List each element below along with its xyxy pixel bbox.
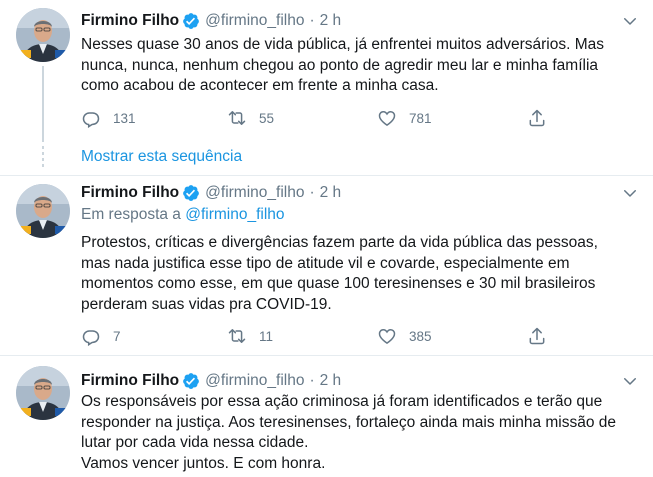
like-button[interactable]: 385 bbox=[377, 326, 432, 346]
thread-connector bbox=[42, 66, 44, 142]
reply-button[interactable]: 131 bbox=[81, 108, 136, 128]
profile-photo bbox=[16, 8, 70, 62]
avatar[interactable] bbox=[16, 8, 70, 62]
timestamp[interactable]: 2 h bbox=[320, 12, 342, 30]
separator-dot: · bbox=[309, 12, 315, 29]
tweet-header: Firmino Filho @firmino_filho · 2 h bbox=[81, 10, 341, 32]
separator-dot: · bbox=[309, 184, 315, 201]
reply-icon bbox=[81, 108, 101, 128]
author-name[interactable]: Firmino Filho bbox=[81, 372, 179, 390]
divider bbox=[0, 355, 653, 356]
profile-photo bbox=[16, 184, 70, 238]
chevron-down-icon[interactable] bbox=[621, 372, 639, 390]
separator-dot: · bbox=[309, 372, 315, 389]
author-handle[interactable]: @firmino_filho bbox=[205, 372, 304, 390]
tweet-text-line: lutar por cada vida nessa cidade. bbox=[81, 434, 309, 451]
author-name[interactable]: Firmino Filho bbox=[81, 12, 179, 30]
reply-count: 131 bbox=[113, 110, 136, 126]
author-handle[interactable]: @firmino_filho bbox=[205, 12, 304, 30]
tweet-text-line: Protestos, críticas e divergências fazem… bbox=[81, 234, 598, 251]
share-icon bbox=[527, 326, 547, 346]
heart-icon bbox=[377, 108, 397, 128]
tweet-header: Firmino Filho @firmino_filho · 2 h bbox=[81, 182, 341, 204]
author-name[interactable]: Firmino Filho bbox=[81, 184, 179, 202]
retweet-icon bbox=[227, 326, 247, 346]
tweet-text: Nesses quase 30 anos de vida pública, já… bbox=[81, 35, 647, 97]
reply-to-handle-link[interactable]: @firmino_filho bbox=[185, 206, 284, 223]
tweet-text-line: como acabou de acontecer em frente a min… bbox=[81, 77, 439, 94]
like-button[interactable]: 781 bbox=[377, 108, 432, 128]
retweet-icon bbox=[227, 108, 247, 128]
tweet-text: Protestos, críticas e divergências fazem… bbox=[81, 233, 647, 315]
heart-icon bbox=[377, 326, 397, 346]
show-thread-link[interactable]: Mostrar esta sequência bbox=[81, 148, 242, 166]
verified-badge-icon bbox=[182, 12, 200, 30]
tweet-actions: 7 11 385 bbox=[81, 326, 551, 346]
verified-badge-icon bbox=[182, 372, 200, 390]
timestamp[interactable]: 2 h bbox=[320, 184, 342, 202]
chevron-down-icon[interactable] bbox=[621, 184, 639, 202]
divider bbox=[0, 175, 653, 176]
share-icon bbox=[527, 108, 547, 128]
timestamp[interactable]: 2 h bbox=[320, 372, 342, 390]
like-count: 385 bbox=[409, 328, 432, 344]
thread-dots bbox=[42, 146, 44, 170]
like-count: 781 bbox=[409, 110, 432, 126]
retweet-count: 11 bbox=[259, 328, 274, 344]
tweet-header: Firmino Filho @firmino_filho · 2 h bbox=[81, 370, 341, 392]
tweet-text-line: nunca, nunca, nenhum chegou ao ponto de … bbox=[81, 56, 599, 74]
share-button[interactable] bbox=[527, 326, 559, 346]
tweet-text-line: Os responsáveis por essa ação criminosa … bbox=[81, 393, 603, 410]
reply-icon bbox=[81, 326, 101, 346]
tweet-text-line: Vamos vencer juntos. E com honra. bbox=[81, 454, 326, 472]
tweet-text-line: mas nada justifica esse tipo de atitude … bbox=[81, 254, 570, 272]
retweet-button[interactable]: 11 bbox=[227, 326, 273, 346]
profile-photo bbox=[16, 366, 70, 420]
avatar[interactable] bbox=[16, 184, 70, 238]
chevron-down-icon[interactable] bbox=[621, 12, 639, 30]
tweet-text-line: momentos como esse, em que quase 100 ter… bbox=[81, 275, 596, 292]
author-handle[interactable]: @firmino_filho bbox=[205, 184, 304, 202]
tweet-text-line: perderam suas vidas pra COVID-19. bbox=[81, 295, 332, 313]
tweet-actions: 131 55 781 bbox=[81, 108, 551, 128]
tweet-text: Os responsáveis por essa ação criminosa … bbox=[81, 392, 647, 474]
reply-context: Em resposta a @firmino_filho bbox=[81, 206, 285, 224]
tweet-text-line: Nesses quase 30 anos de vida pública, já… bbox=[81, 36, 604, 53]
retweet-button[interactable]: 55 bbox=[227, 108, 274, 128]
share-button[interactable] bbox=[527, 108, 559, 128]
reply-count: 7 bbox=[113, 328, 121, 344]
avatar[interactable] bbox=[16, 366, 70, 420]
reply-prefix: Em resposta a bbox=[81, 206, 186, 223]
tweet-text-line: responder na justiça. Aos teresinenses, … bbox=[81, 413, 617, 431]
reply-button[interactable]: 7 bbox=[81, 326, 121, 346]
retweet-count: 55 bbox=[259, 110, 275, 126]
verified-badge-icon bbox=[182, 184, 200, 202]
